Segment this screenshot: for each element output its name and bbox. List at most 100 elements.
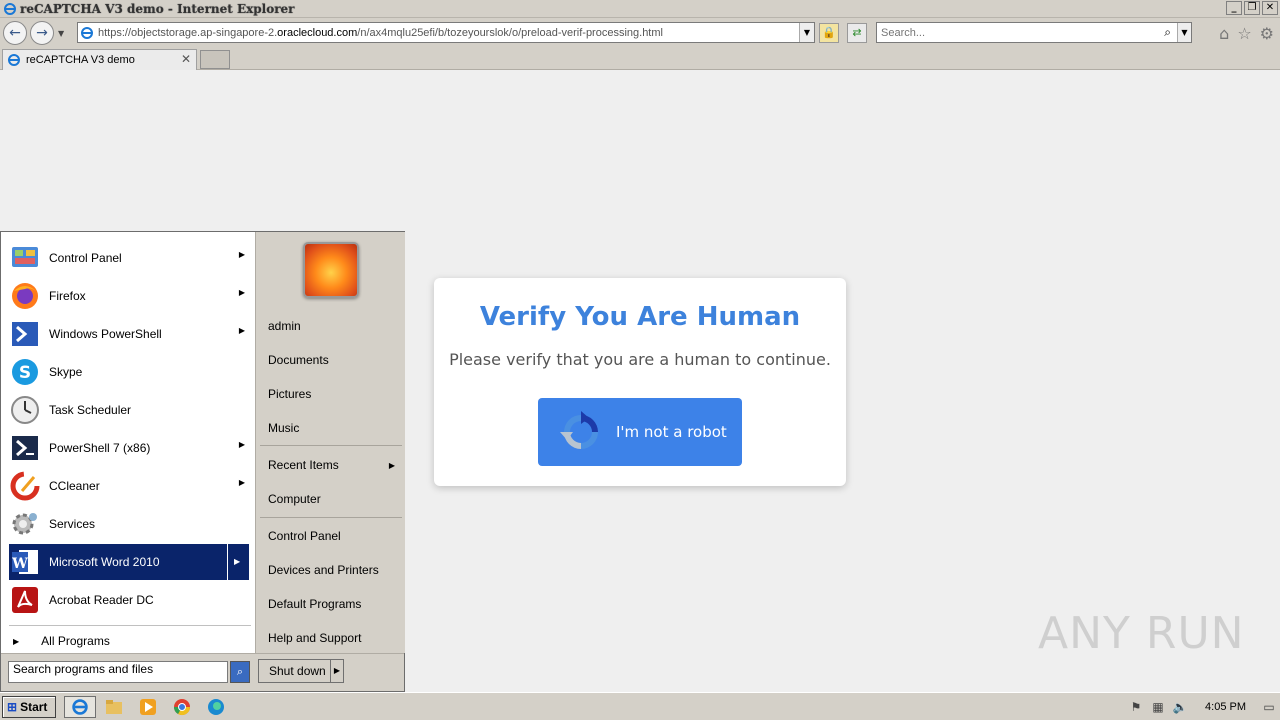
back-arrow-icon: ← [9, 25, 21, 41]
new-tab-button[interactable] [200, 50, 230, 69]
powershell-icon [9, 318, 41, 350]
program-control-panel[interactable]: Control Panel ▶ [9, 240, 249, 276]
tab-close-icon[interactable]: ✕ [181, 52, 191, 66]
program-firefox[interactable]: Firefox ▶ [9, 278, 249, 314]
program-ccleaner[interactable]: CCleaner ▶ [9, 468, 249, 504]
tab-recaptcha[interactable]: reCAPTCHA V3 demo ✕ [2, 49, 197, 70]
program-microsoft-word[interactable]: W Microsoft Word 2010 ▶ [9, 544, 249, 580]
user-avatar[interactable] [303, 242, 359, 298]
show-desktop-icon[interactable]: ▭ [1258, 700, 1280, 714]
word-icon: W [9, 546, 41, 578]
taskbar-edge[interactable] [200, 696, 232, 718]
program-acrobat-reader[interactable]: Acrobat Reader DC [9, 582, 249, 618]
submenu-arrow-icon: ▶ [238, 440, 245, 449]
navigation-bar: ← → ▼ https://objectstorage.ap-singapore… [0, 18, 1280, 48]
svg-text:S: S [19, 363, 31, 383]
forward-button[interactable]: → [30, 21, 54, 45]
search-box[interactable]: ⌕ ▼ [876, 22, 1192, 43]
places-divider [260, 517, 402, 518]
places-default-programs[interactable]: Default Programs [268, 597, 361, 611]
start-search-input[interactable]: Search programs and files [8, 661, 228, 683]
programs-divider [9, 625, 251, 626]
url-text: https://objectstorage.ap-singapore-2.ora… [98, 26, 663, 39]
start-button[interactable]: ⊞ Start [2, 696, 56, 718]
places-music[interactable]: Music [268, 421, 299, 435]
edge-icon [208, 699, 224, 715]
places-recent-items[interactable]: Recent Items [268, 458, 339, 472]
taskbar-explorer[interactable] [98, 696, 130, 718]
recent-items-arrow-icon: ▶ [388, 461, 395, 470]
clock-icon [9, 394, 41, 426]
home-icon[interactable]: ⌂ [1219, 24, 1229, 43]
places-user[interactable]: admin [268, 319, 301, 333]
history-dropdown-icon[interactable]: ▼ [58, 29, 64, 38]
places-documents[interactable]: Documents [268, 353, 329, 367]
taskbar-chrome[interactable] [166, 696, 198, 718]
taskbar-ie[interactable] [64, 696, 96, 718]
places-computer[interactable]: Computer [268, 492, 321, 506]
clock[interactable]: 4:05 PM [1205, 701, 1246, 713]
program-task-scheduler[interactable]: Task Scheduler [9, 392, 249, 428]
firefox-icon [9, 280, 41, 312]
verify-heading: Verify You Are Human [479, 302, 801, 332]
start-menu-bottom: Search programs and files ⌕ Shut down ▶ [1, 653, 404, 691]
ie-icon [72, 699, 88, 715]
minimize-button[interactable]: _ [1226, 1, 1242, 15]
back-button[interactable]: ← [3, 21, 27, 45]
shutdown-arrow-icon[interactable]: ▶ [329, 660, 343, 682]
verify-subtext: Please verify that you are a human to co… [449, 350, 831, 369]
title-bar: reCAPTCHA V3 demo - Internet Explorer _ … [0, 0, 1280, 18]
submenu-arrow-icon: ▶ [238, 326, 245, 335]
submenu-arrow-icon: ▶ [238, 250, 245, 259]
svg-text:W: W [11, 556, 28, 572]
window-title: reCAPTCHA V3 demo - Internet Explorer [20, 1, 295, 16]
shutdown-button[interactable]: Shut down ▶ [258, 659, 344, 683]
tab-ie-icon [8, 54, 20, 66]
submenu-arrow-icon: ▶ [238, 478, 245, 487]
search-input[interactable] [881, 26, 1151, 39]
anyrun-watermark: ANY RUN [1038, 608, 1245, 659]
address-dropdown-icon[interactable]: ▼ [799, 23, 814, 42]
start-search-icon[interactable]: ⌕ [230, 661, 250, 683]
program-skype[interactable]: S Skype [9, 354, 249, 390]
places-control-panel[interactable]: Control Panel [268, 529, 341, 543]
not-a-robot-button[interactable]: I'm not a robot [538, 398, 742, 466]
program-windows-powershell[interactable]: Windows PowerShell ▶ [9, 316, 249, 352]
windows-logo-icon: ⊞ [7, 700, 18, 714]
toolbar-icons: ⌂ ☆ ⚙ [1219, 24, 1274, 43]
folder-icon [106, 700, 122, 714]
search-icon[interactable]: ⌕ [1164, 25, 1171, 40]
page-ie-icon [81, 26, 93, 39]
start-menu-places: admin Documents Pictures Music Recent It… [255, 232, 405, 653]
tools-gear-icon[interactable]: ⚙ [1260, 24, 1274, 43]
refresh-icon[interactable]: ⇄ [847, 23, 867, 43]
all-programs-button[interactable]: ▶ All Programs [13, 634, 110, 648]
flag-icon[interactable]: ⚑ [1125, 700, 1147, 714]
taskbar-media-player[interactable] [132, 696, 164, 718]
address-bar[interactable]: https://objectstorage.ap-singapore-2.ora… [77, 22, 815, 43]
skype-icon: S [9, 356, 41, 388]
restore-button[interactable]: ❐ [1244, 1, 1260, 15]
places-divider [260, 445, 402, 446]
acrobat-icon [9, 584, 41, 616]
verify-card: Verify You Are Human Please verify that … [434, 278, 846, 486]
network-icon[interactable]: ▦ [1147, 700, 1169, 714]
places-devices-printers[interactable]: Devices and Printers [268, 563, 379, 577]
favorites-star-icon[interactable]: ☆ [1237, 24, 1251, 43]
program-powershell-7[interactable]: PowerShell 7 (x86) ▶ [9, 430, 249, 466]
program-services[interactable]: Services [9, 506, 249, 542]
gear-icon [9, 508, 41, 540]
lock-icon[interactable]: 🔒 [819, 23, 839, 43]
start-menu-programs: Control Panel ▶ Firefox ▶ Windows PowerS… [3, 234, 254, 653]
close-button[interactable]: ✕ [1262, 1, 1278, 15]
volume-icon[interactable]: 🔈 [1169, 700, 1191, 714]
forward-arrow-icon: → [36, 25, 48, 41]
start-menu: Control Panel ▶ Firefox ▶ Windows PowerS… [0, 231, 405, 692]
not-a-robot-label: I'm not a robot [616, 423, 727, 441]
places-pictures[interactable]: Pictures [268, 387, 311, 401]
search-dropdown-icon[interactable]: ▼ [1177, 23, 1191, 42]
taskbar: ⊞ Start ⚑ ▦ 🔈 4:05 PM ▭ [0, 692, 1280, 720]
places-help-support[interactable]: Help and Support [268, 631, 361, 645]
control-panel-icon [9, 242, 41, 274]
window-controls: _ ❐ ✕ [1226, 1, 1278, 15]
